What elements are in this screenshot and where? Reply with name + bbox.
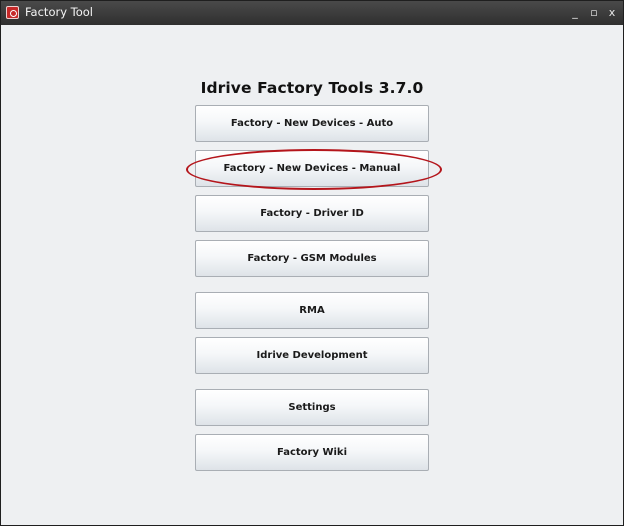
factory-driver-id-button[interactable]: Factory - Driver ID — [195, 195, 429, 232]
factory-new-devices-manual-button[interactable]: Factory - New Devices - Manual — [195, 150, 429, 187]
settings-button[interactable]: Settings — [195, 389, 429, 426]
factory-gsm-modules-button[interactable]: Factory - GSM Modules — [195, 240, 429, 277]
app-logo-icon — [6, 6, 19, 19]
maximize-button[interactable]: ▫ — [585, 3, 603, 23]
minimize-button[interactable]: _ — [566, 3, 584, 23]
app-window: Factory Tool _ ▫ x Idrive Factory Tools … — [0, 0, 624, 526]
page-title: Idrive Factory Tools 3.7.0 — [200, 79, 424, 97]
factory-new-devices-auto-button[interactable]: Factory - New Devices - Auto — [195, 105, 429, 142]
main-panel: Idrive Factory Tools 3.7.0 Factory - New… — [1, 25, 623, 525]
close-button[interactable]: x — [603, 3, 621, 23]
window-title: Factory Tool — [25, 5, 94, 19]
factory-wiki-button[interactable]: Factory Wiki — [195, 434, 429, 471]
title-bar[interactable]: Factory Tool _ ▫ x — [1, 1, 623, 25]
rma-button[interactable]: RMA — [195, 292, 429, 329]
idrive-development-button[interactable]: Idrive Development — [195, 337, 429, 374]
